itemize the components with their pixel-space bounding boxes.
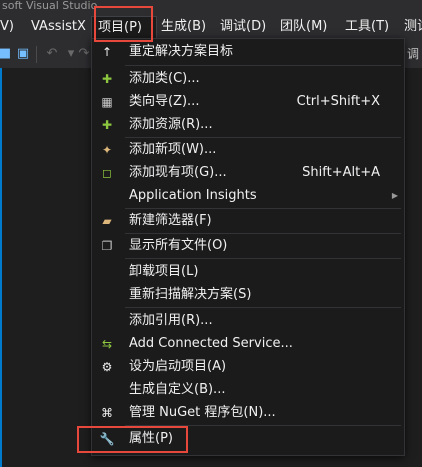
menu-item-label: 添加资源(R)... bbox=[129, 117, 213, 132]
menu-item-label: 管理 NuGet 程序包(N)... bbox=[129, 405, 276, 420]
show-all-files-icon: ❐ bbox=[101, 239, 113, 253]
left-accent-rail bbox=[0, 68, 2, 467]
add-resource-icon: ✚ bbox=[101, 118, 113, 132]
menu-item-manage-nuget[interactable]: ⌘ 管理 NuGet 程序包(N)... bbox=[92, 402, 404, 424]
menu-separator bbox=[125, 208, 401, 209]
menu-item-retarget-solution[interactable]: ↑ 重定解决方案目标 bbox=[92, 41, 404, 63]
menu-item-label: 属性(P) bbox=[129, 431, 173, 446]
wrench-icon: 🔧 bbox=[99, 432, 115, 446]
menu-item-label: 设为启动项目(A) bbox=[129, 359, 227, 374]
menu-test[interactable]: 测试 bbox=[404, 16, 422, 38]
menu-item-label: 添加现有项(G)... bbox=[129, 165, 227, 180]
menu-separator bbox=[125, 65, 401, 66]
menu-item-properties[interactable]: 🔧 属性(P) bbox=[92, 428, 404, 450]
menu-item-build-customizations[interactable]: 生成自定义(B)... bbox=[92, 379, 404, 401]
menu-tools[interactable]: 工具(T) bbox=[345, 16, 389, 38]
save-all-icon[interactable]: ▣ bbox=[15, 46, 31, 62]
menu-view[interactable]: V) bbox=[0, 16, 14, 38]
undo-icon[interactable]: ↶ bbox=[44, 46, 60, 62]
up-arrow-icon: ↑ bbox=[101, 45, 113, 59]
menu-item-application-insights[interactable]: Application Insights ▶ bbox=[92, 185, 404, 207]
save-icon[interactable]: ■ bbox=[0, 46, 13, 62]
add-class-icon: ✚ bbox=[101, 72, 113, 86]
menu-separator bbox=[125, 137, 401, 138]
menu-item-label: 添加类(C)... bbox=[129, 71, 200, 86]
menu-item-set-startup-project[interactable]: ⚙ 设为启动项目(A) bbox=[92, 356, 404, 378]
menu-item-label: Application Insights bbox=[129, 188, 257, 203]
add-existing-item-icon: ◻ bbox=[102, 166, 112, 180]
redo-icon[interactable]: ↷ bbox=[76, 46, 92, 62]
menu-item-label: 卸载项目(L) bbox=[129, 264, 199, 279]
menu-separator bbox=[125, 425, 401, 426]
menu-item-shortcut: Ctrl+Shift+X bbox=[296, 94, 380, 109]
project-dropdown-menu: ↑ 重定解决方案目标 ✚ 添加类(C)... ▦ 类向导(Z)... Ctrl+… bbox=[91, 38, 405, 456]
menu-item-label: 重新扫描解决方案(S) bbox=[129, 287, 252, 302]
vs-screen: soft Visual Studio V) VAssistX 项目(P) 生成(… bbox=[0, 0, 422, 467]
menu-item-add-reference[interactable]: 添加引用(R)... bbox=[92, 310, 404, 332]
connected-service-icon: ⇆ bbox=[101, 337, 113, 351]
menu-item-label: 添加新项(W)... bbox=[129, 142, 217, 157]
submenu-arrow-icon: ▶ bbox=[391, 191, 398, 200]
menu-item-label: 生成自定义(B)... bbox=[129, 382, 226, 397]
menu-separator bbox=[125, 258, 401, 259]
menu-separator bbox=[125, 233, 401, 234]
menu-separator bbox=[125, 307, 401, 308]
title-bar: soft Visual Studio bbox=[0, 0, 422, 12]
menu-item-add-new-item[interactable]: ✦ 添加新项(W)... bbox=[92, 139, 404, 161]
menu-item-label: 类向导(Z)... bbox=[129, 94, 200, 109]
window-title: soft Visual Studio bbox=[2, 0, 98, 12]
toolbar-separator bbox=[36, 46, 37, 63]
menu-team[interactable]: 团队(M) bbox=[280, 16, 327, 38]
menu-item-unload-project[interactable]: 卸载项目(L) bbox=[92, 261, 404, 283]
menu-item-label: 新建筛选器(F) bbox=[129, 213, 212, 228]
menu-item-add-class[interactable]: ✚ 添加类(C)... bbox=[92, 68, 404, 90]
nuget-package-icon: ⌘ bbox=[101, 406, 113, 420]
menu-debug[interactable]: 调试(D) bbox=[220, 16, 266, 38]
menu-item-rescan-solution[interactable]: 重新扫描解决方案(S) bbox=[92, 284, 404, 306]
menu-item-show-all-files[interactable]: ❐ 显示所有文件(O) bbox=[92, 235, 404, 257]
menu-item-add-resource[interactable]: ✚ 添加资源(R)... bbox=[92, 114, 404, 136]
menu-item-add-connected-service[interactable]: ⇆ Add Connected Service... bbox=[92, 333, 404, 355]
menu-item-label: 显示所有文件(O) bbox=[129, 238, 228, 253]
menu-item-add-existing-item[interactable]: ◻ 添加现有项(G)... Shift+Alt+A bbox=[92, 162, 404, 184]
menu-item-label: 重定解决方案目标 bbox=[129, 44, 234, 59]
add-new-item-icon: ✦ bbox=[101, 143, 113, 157]
new-filter-folder-icon: ▰ bbox=[102, 214, 112, 228]
menu-build[interactable]: 生成(B) bbox=[161, 16, 206, 38]
menu-bar: V) VAssistX 项目(P) 生成(B) 调试(D) 团队(M) 工具(T… bbox=[0, 12, 422, 41]
menu-item-label: Add Connected Service... bbox=[129, 336, 293, 351]
menu-item-label: 添加引用(R)... bbox=[129, 313, 213, 328]
menu-item-new-filter[interactable]: ▰ 新建筛选器(F) bbox=[92, 210, 404, 232]
menu-item-shortcut: Shift+Alt+A bbox=[302, 165, 380, 180]
menu-item-class-wizard[interactable]: ▦ 类向导(Z)... Ctrl+Shift+X bbox=[92, 91, 404, 113]
gear-icon: ⚙ bbox=[101, 360, 113, 374]
menu-vassistx[interactable]: VAssistX bbox=[31, 16, 86, 38]
class-wizard-icon: ▦ bbox=[101, 95, 113, 109]
